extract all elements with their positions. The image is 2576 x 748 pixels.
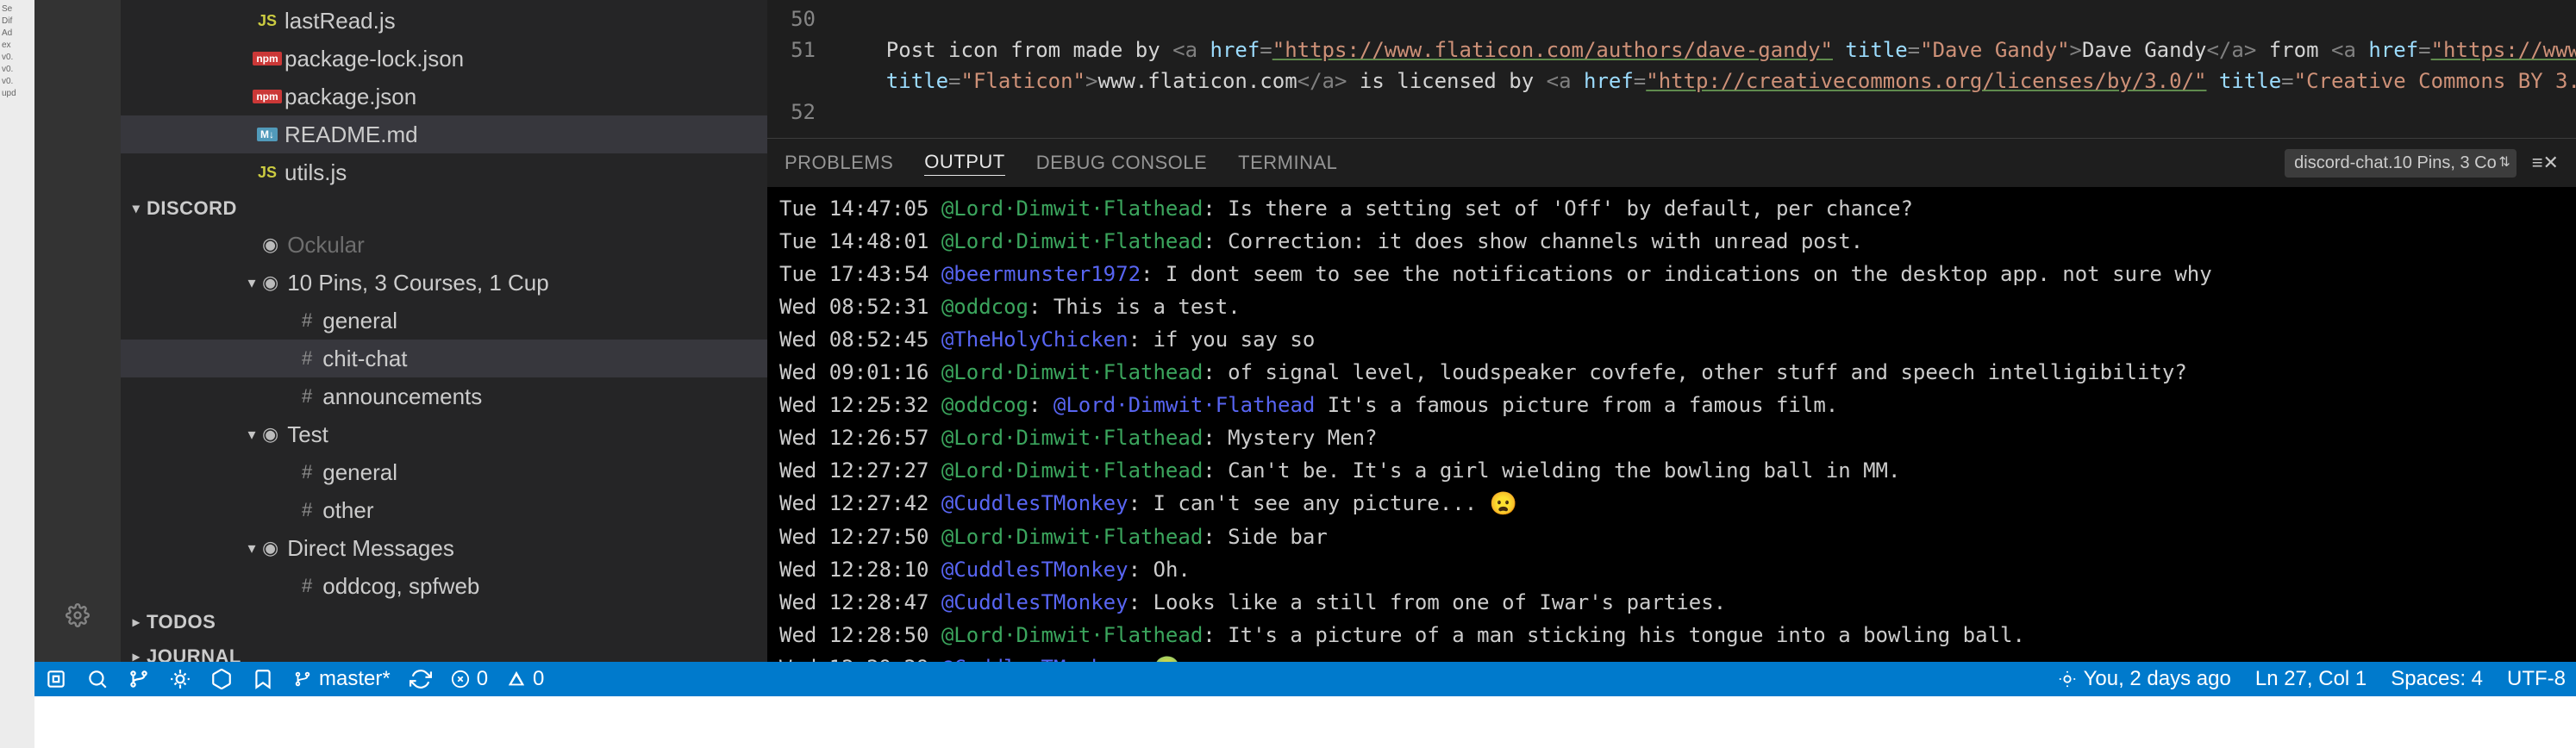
output-channel-picker[interactable]: discord-chat.10 Pins, 3 Co (2285, 149, 2517, 178)
status-encoding[interactable]: UTF-8 (2507, 667, 2566, 691)
git-branch-label: master* (319, 667, 391, 691)
section-journal[interactable]: ▸JOURNAL (121, 639, 767, 662)
editor-area: 5051 52 Post icon from made by <a href="… (767, 0, 2576, 662)
warning-count: 0 (533, 667, 544, 691)
status-package-icon[interactable] (210, 668, 233, 690)
chevron-down-icon: ▾ (241, 426, 262, 444)
error-count: 0 (477, 667, 488, 691)
channel-chit-chat[interactable]: # chit-chat (121, 340, 767, 377)
bottom-panel: PROBLEMS OUTPUT DEBUG CONSOLE TERMINAL d… (767, 138, 2576, 662)
channel-label: chit-chat (322, 346, 407, 372)
hash-icon: # (302, 461, 312, 483)
file-lastread-js[interactable]: JSlastRead.js (121, 2, 767, 40)
clear-output-icon[interactable]: ≡✕ (2532, 152, 2559, 174)
status-bookmark-icon[interactable] (252, 668, 274, 690)
blame-text: You, 2 days ago (2084, 667, 2231, 691)
chevron-right-icon: ▸ (126, 614, 147, 631)
status-bar: master* 0 0 You, 2 days ago Ln 27, Col 1… (34, 662, 2576, 696)
file-icon: npm (250, 90, 284, 103)
chevron-down-icon: ▾ (241, 539, 262, 558)
chevron-right-icon: ▸ (126, 648, 147, 662)
status-warnings[interactable]: 0 (507, 667, 544, 691)
hash-icon: # (302, 385, 312, 408)
file-icon: M↓ (250, 128, 284, 141)
hash-icon: # (302, 575, 312, 597)
status-search-icon[interactable] (86, 668, 109, 690)
discord-icon: ◉ (262, 234, 278, 256)
server-direct-messages[interactable]: ▾◉ Direct Messages (121, 529, 767, 567)
status-cursor-position[interactable]: Ln 27, Col 1 (2255, 667, 2367, 691)
tab-terminal[interactable]: TERMINAL (1238, 152, 1337, 174)
file-icon: JS (250, 164, 284, 182)
channel-oddcog-spfweb[interactable]: # oddcog, spfweb (121, 567, 767, 605)
status-indentation[interactable]: Spaces: 4 (2391, 667, 2483, 691)
channel-general[interactable]: # general (121, 453, 767, 491)
server-label: Ockular (287, 232, 365, 259)
discord-icon: ◉ (262, 271, 278, 294)
section-todos[interactable]: ▸TODOS (121, 605, 767, 639)
section-label: TODOS (147, 611, 216, 633)
tab-output[interactable]: OUTPUT (924, 151, 1004, 176)
channel-label: general (322, 308, 397, 334)
chevron-down-icon: ▾ (241, 274, 262, 292)
hash-icon: # (302, 309, 312, 332)
file-readme-md[interactable]: M↓README.md (121, 115, 767, 153)
status-errors[interactable]: 0 (451, 667, 488, 691)
tab-debug-console[interactable]: DEBUG CONSOLE (1036, 152, 1207, 174)
code-editor[interactable]: 5051 52 Post icon from made by <a href="… (767, 0, 2576, 138)
file-label: package-lock.json (284, 46, 464, 72)
status-branch-icon[interactable] (128, 668, 150, 690)
file-package-json[interactable]: npmpackage.json (121, 78, 767, 115)
section-label: DISCORD (147, 197, 237, 220)
background-browser-strip: SeDifAdexv0.v0.v0.upd (0, 0, 34, 748)
tab-problems[interactable]: PROBLEMS (785, 152, 893, 174)
file-label: package.json (284, 84, 416, 110)
channel-label: oddcog, spfweb (322, 573, 479, 600)
channel-label: announcements (322, 383, 482, 410)
file-utils-js[interactable]: JSutils.js (121, 153, 767, 191)
status-git-branch[interactable]: master* (293, 667, 391, 691)
channel-other[interactable]: # other (121, 491, 767, 529)
activity-bar (34, 0, 121, 662)
server-ockular[interactable]: ◉ Ockular (121, 226, 767, 264)
explorer-sidebar: JSlastRead.jsnpmpackage-lock.jsonnpmpack… (121, 0, 767, 662)
file-icon: JS (250, 12, 284, 30)
file-package-lock-json[interactable]: npmpackage-lock.json (121, 40, 767, 78)
file-icon: npm (250, 52, 284, 65)
section-discord[interactable]: ▾DISCORD (121, 191, 767, 226)
discord-icon: ◉ (262, 537, 278, 559)
server-test[interactable]: ▾◉ Test (121, 415, 767, 453)
vscode-window: JSlastRead.jsnpmpackage-lock.jsonnpmpack… (34, 0, 2576, 748)
channel-label: other (322, 497, 373, 524)
section-label: JOURNAL (147, 645, 241, 662)
file-label: README.md (284, 122, 418, 148)
file-label: lastRead.js (284, 8, 396, 34)
server-label: Direct Messages (287, 535, 454, 562)
chevron-down-icon: ▾ (126, 200, 147, 217)
hash-icon: # (302, 499, 312, 521)
hash-icon: # (302, 347, 312, 370)
server-label: Test (287, 421, 328, 448)
page-whitespace (34, 696, 2576, 748)
file-label: utils.js (284, 159, 347, 186)
channel-label: general (322, 459, 397, 486)
status-gitlens-blame[interactable]: You, 2 days ago (2058, 667, 2231, 691)
status-debug-icon[interactable] (169, 668, 191, 690)
discord-icon: ◉ (262, 423, 278, 446)
status-ports-icon[interactable] (45, 668, 67, 690)
channel-general[interactable]: # general (121, 302, 767, 340)
panel-tabs: PROBLEMS OUTPUT DEBUG CONSOLE TERMINAL d… (767, 139, 2576, 187)
channel-announcements[interactable]: # announcements (121, 377, 767, 415)
status-sync-icon[interactable] (410, 668, 432, 690)
settings-gear-icon[interactable] (57, 595, 98, 636)
output-body[interactable]: Tue 14:47:05 @Lord·Dimwit·Flathead: Is t… (767, 187, 2576, 662)
server-label: 10 Pins, 3 Courses, 1 Cup (287, 270, 549, 296)
server-10-pins-3-courses-1-cup[interactable]: ▾◉ 10 Pins, 3 Courses, 1 Cup (121, 264, 767, 302)
